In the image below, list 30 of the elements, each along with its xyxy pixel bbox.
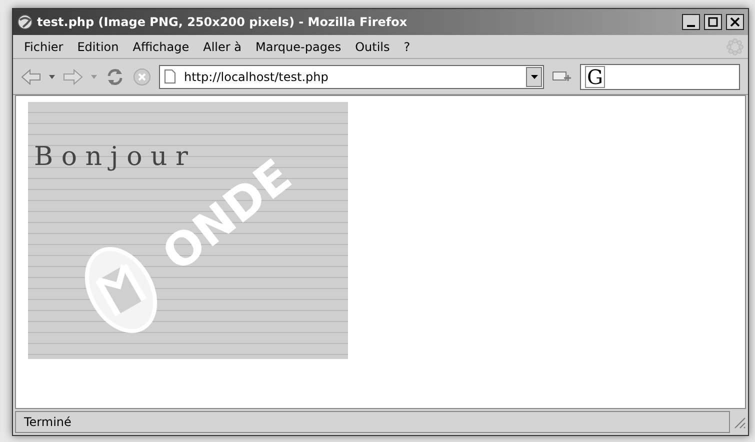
go-icon[interactable] bbox=[552, 70, 572, 84]
minimize-button[interactable] bbox=[682, 14, 700, 30]
address-field[interactable]: http://localhost/test.php bbox=[159, 64, 544, 88]
menu-item[interactable]: Marque-pages bbox=[248, 38, 348, 56]
throbber-icon bbox=[726, 38, 744, 56]
forward-arrow-icon[interactable] bbox=[63, 68, 83, 86]
status-text: Terminé bbox=[24, 414, 72, 431]
menu-item[interactable]: Edition bbox=[70, 38, 126, 56]
maximize-icon bbox=[708, 17, 718, 27]
maximize-button[interactable] bbox=[704, 14, 722, 30]
url-text: http://localhost/test.php bbox=[184, 68, 330, 86]
close-button[interactable] bbox=[726, 14, 744, 30]
menu-item[interactable]: ? bbox=[396, 38, 418, 56]
stop-icon[interactable] bbox=[133, 68, 151, 86]
search-field[interactable]: G bbox=[580, 64, 740, 90]
page-icon bbox=[164, 69, 176, 84]
minimize-icon bbox=[687, 24, 695, 26]
dropdown-arrow-icon[interactable] bbox=[49, 74, 55, 78]
resize-grip-icon[interactable] bbox=[732, 415, 746, 429]
menu-item[interactable]: Fichier bbox=[17, 38, 70, 56]
dropdown-button[interactable] bbox=[526, 66, 542, 86]
menu-item[interactable]: Affichage bbox=[126, 38, 196, 56]
reload-icon[interactable] bbox=[105, 66, 125, 86]
window-title: test.php (Image PNG, 250x200 pixels) - Mozilla Firefox bbox=[37, 14, 408, 31]
caret-icon bbox=[530, 74, 538, 78]
close-icon bbox=[730, 17, 740, 27]
search-engine-logo[interactable]: G bbox=[585, 66, 605, 88]
menu-item[interactable]: Outils bbox=[348, 38, 397, 56]
back-arrow-icon[interactable] bbox=[21, 68, 41, 86]
menu-item[interactable]: Aller à bbox=[196, 38, 248, 56]
